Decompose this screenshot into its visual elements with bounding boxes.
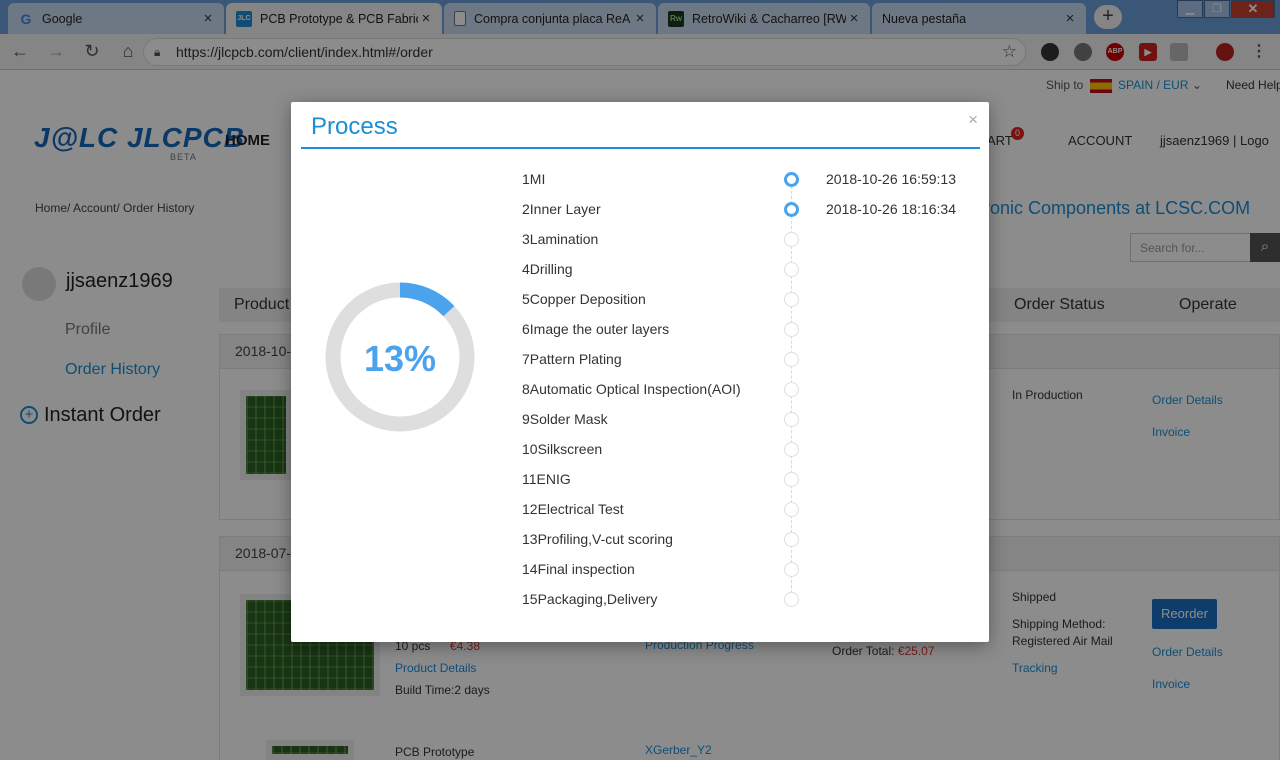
process-step-label: 9Solder Mask — [522, 411, 608, 427]
step-status-dot — [784, 532, 799, 547]
process-step-label: 5Copper Deposition — [522, 291, 646, 307]
step-timestamp: 2018-10-26 18:16:34 — [826, 201, 956, 217]
process-step-label: 2Inner Layer — [522, 201, 601, 217]
step-status-dot — [784, 322, 799, 337]
process-step-label: 7Pattern Plating — [522, 351, 622, 367]
step-status-dot — [784, 202, 799, 217]
process-step-label: 15Packaging,Delivery — [522, 591, 658, 607]
step-status-dot — [784, 232, 799, 247]
process-step-label: 13Profiling,V-cut scoring — [522, 531, 673, 547]
step-status-dot — [784, 262, 799, 277]
process-step-label: 4Drilling — [522, 261, 573, 277]
process-step-label: 8Automatic Optical Inspection(AOI) — [522, 381, 741, 397]
process-modal: Process × 13% 1MI 2018-10-26 16:59:13 2Inn… — [291, 102, 989, 642]
step-status-dot — [784, 352, 799, 367]
step-status-dot — [784, 442, 799, 457]
step-status-dot — [784, 562, 799, 577]
process-steps: 1MI 2018-10-26 16:59:13 2Inner Layer 2018-1… — [291, 102, 989, 642]
process-step-label: 6Image the outer layers — [522, 321, 670, 337]
process-step-label: 3Lamination — [522, 231, 599, 247]
step-status-dot — [784, 172, 799, 187]
step-status-dot — [784, 592, 799, 607]
process-step-label: 11ENIG — [522, 471, 571, 487]
step-status-dot — [784, 412, 799, 427]
step-status-dot — [784, 292, 799, 307]
process-step-label: 12Electrical Test — [522, 501, 624, 517]
step-status-dot — [784, 382, 799, 397]
step-status-dot — [784, 502, 799, 517]
process-step-label: 1MI — [522, 171, 546, 187]
process-step-label: 14Final inspection — [522, 561, 635, 577]
step-status-dot — [784, 472, 799, 487]
step-timestamp: 2018-10-26 16:59:13 — [826, 171, 956, 187]
process-step-label: 10Silkscreen — [522, 441, 603, 457]
